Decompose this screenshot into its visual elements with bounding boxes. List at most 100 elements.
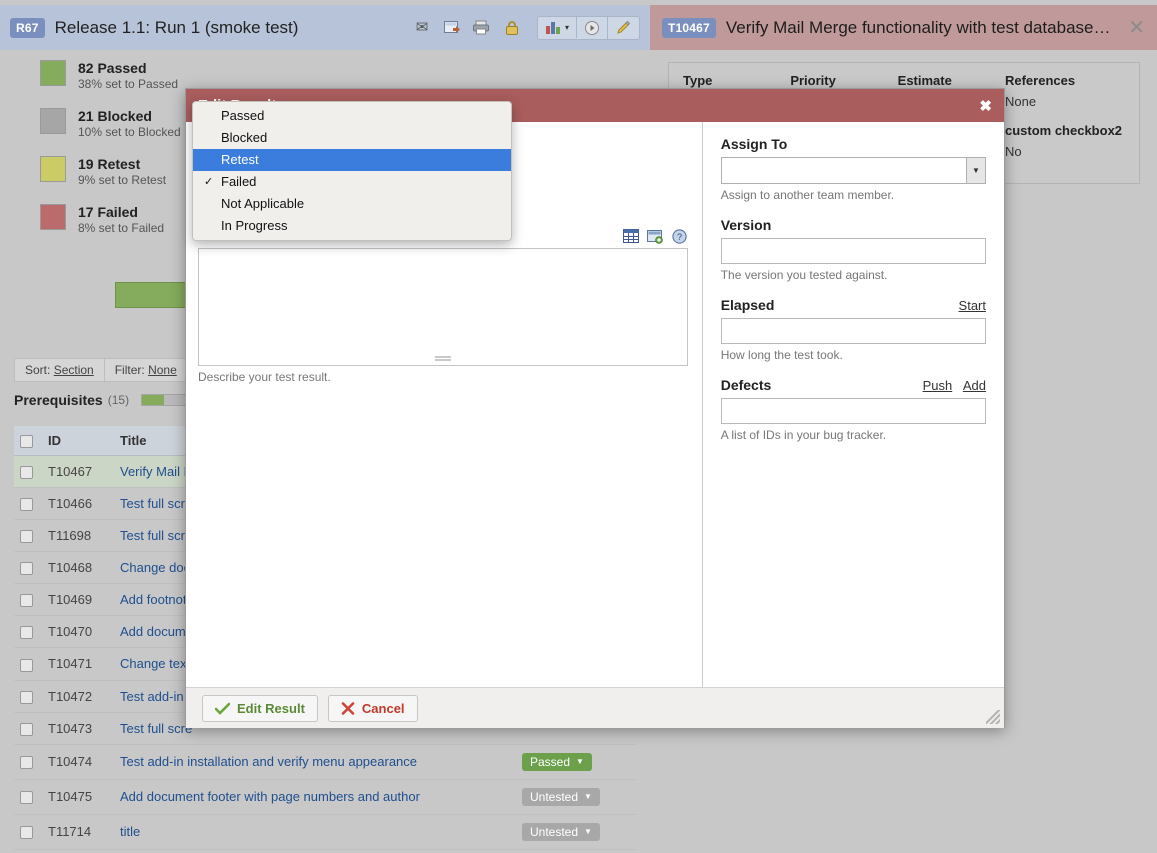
row-checkbox-cell[interactable] xyxy=(14,583,42,617)
cancel-button[interactable]: Cancel xyxy=(327,694,418,722)
elapsed-input[interactable] xyxy=(720,318,986,344)
row-title-link[interactable]: title xyxy=(114,849,516,853)
filter-value[interactable]: None xyxy=(148,363,177,377)
row-checkbox[interactable] xyxy=(20,791,33,805)
status-badge[interactable]: Passed ▼ xyxy=(522,752,592,771)
elapsed-start-link[interactable]: Start xyxy=(959,298,986,313)
row-checkbox[interactable] xyxy=(20,626,33,640)
table-row[interactable]: T10475 Add document footer with page numb… xyxy=(14,779,636,815)
dialog-resize-grip[interactable] xyxy=(986,710,1000,724)
row-checkbox-cell[interactable] xyxy=(14,455,42,489)
close-icon[interactable]: ✖ xyxy=(979,97,992,115)
edit-result-submit-button[interactable]: Edit Result xyxy=(202,694,318,722)
row-status-cell[interactable]: Passed ▼ xyxy=(516,744,636,780)
legend-sub: 38% set to Passed xyxy=(78,77,179,91)
status-badge[interactable]: Untested ▼ xyxy=(522,822,600,841)
row-checkbox-cell[interactable] xyxy=(14,712,42,745)
row-checkbox[interactable] xyxy=(20,466,33,480)
dropdown-option-blocked[interactable]: Blocked xyxy=(193,127,511,149)
lock-icon[interactable] xyxy=(501,18,523,38)
row-checkbox-cell[interactable] xyxy=(14,647,42,681)
table-icon[interactable] xyxy=(623,228,640,244)
sort-label: Sort: xyxy=(25,363,51,377)
row-status-cell[interactable]: Untested▼ xyxy=(516,779,636,815)
estimate-label: Estimate xyxy=(897,73,952,88)
row-checkbox[interactable] xyxy=(20,826,33,840)
cancel-label: Cancel xyxy=(361,700,405,716)
row-checkbox-cell[interactable] xyxy=(14,615,42,649)
dropdown-option-failed[interactable]: ✓ Failed xyxy=(193,171,511,193)
row-id: T10468 xyxy=(42,551,114,585)
row-checkbox[interactable] xyxy=(20,690,33,704)
table-row[interactable]: T11714 title Untested ▼ xyxy=(14,814,636,850)
row-checkbox-cell[interactable] xyxy=(14,551,42,585)
legend-count: 21 Blocked xyxy=(78,108,152,124)
row-checkbox[interactable] xyxy=(20,594,33,608)
status-badge[interactable]: Untested ▼ xyxy=(522,787,600,806)
row-checkbox[interactable] xyxy=(20,498,33,512)
sort-control[interactable]: Sort: Section xyxy=(15,359,105,381)
select-all-checkbox[interactable] xyxy=(20,435,33,449)
comment-toolbar: ? xyxy=(623,228,688,244)
filter-control[interactable]: Filter: None xyxy=(105,359,187,381)
row-status-cell[interactable]: Untested▼ xyxy=(516,814,636,850)
row-id: T10471 xyxy=(42,647,114,681)
row-checkbox[interactable] xyxy=(20,756,33,770)
dropdown-option-passed[interactable]: Passed xyxy=(193,105,511,127)
dialog-footer: Edit Result Cancel xyxy=(186,687,1004,728)
help-icon[interactable]: ? xyxy=(671,228,688,244)
dropdown-option-in-progress[interactable]: In Progress xyxy=(193,215,511,237)
row-title-link[interactable]: title xyxy=(114,814,516,850)
row-checkbox[interactable] xyxy=(20,658,33,672)
defects-input[interactable] xyxy=(720,398,986,424)
legend-swatch-failed xyxy=(40,204,66,230)
test-detail-header: T10467 Verify Mail Merge functionality w… xyxy=(650,5,1157,50)
dropdown-option-label: Passed xyxy=(221,108,265,123)
table-row[interactable]: T10474 Test add-in installation and verif… xyxy=(14,744,636,780)
legend-sub: 9% set to Retest xyxy=(78,173,167,187)
row-status-cell[interactable]: Untested▼ xyxy=(516,849,636,853)
resize-grip-icon[interactable] xyxy=(434,356,451,361)
dropdown-option-retest[interactable]: Retest xyxy=(193,149,511,171)
row-title-link[interactable]: Test add-in installation and verify menu… xyxy=(114,744,516,780)
bar-chart-button[interactable]: ▾ xyxy=(538,17,577,38)
row-checkbox-cell[interactable] xyxy=(14,779,42,815)
add-to-icon[interactable] xyxy=(441,18,463,38)
pencil-button[interactable] xyxy=(608,17,639,39)
sort-value[interactable]: Section xyxy=(54,363,94,377)
row-checkbox[interactable] xyxy=(20,530,33,544)
column-header-id[interactable]: ID xyxy=(42,426,114,457)
chevron-down-icon: ▼ xyxy=(966,158,985,183)
run-id-badge: R67 xyxy=(10,17,45,38)
defects-push-link[interactable]: Push xyxy=(923,378,953,393)
play-circle-button[interactable] xyxy=(577,16,608,39)
assign-to-label: Assign To xyxy=(720,136,788,152)
version-input[interactable] xyxy=(720,238,986,264)
row-checkbox-cell[interactable] xyxy=(14,814,42,850)
table-row[interactable]: T11730titleUntested▼ xyxy=(14,849,636,853)
row-checkbox-cell[interactable] xyxy=(14,849,42,853)
defects-add-link[interactable]: Add xyxy=(963,378,986,393)
dropdown-option-not-applicable[interactable]: Not Applicable xyxy=(193,193,511,215)
row-checkbox-cell[interactable] xyxy=(14,487,42,521)
row-checkbox[interactable] xyxy=(20,562,33,576)
legend-swatch-retest xyxy=(40,156,66,182)
run-toolbar: ✉ ▾ xyxy=(411,15,640,40)
add-image-icon[interactable] xyxy=(647,228,664,244)
assign-to-select[interactable]: ▼ xyxy=(720,157,986,184)
row-title-link[interactable]: Add document footer with page numbers an… xyxy=(114,779,516,815)
envelope-icon[interactable]: ✉ xyxy=(411,18,433,38)
legend-swatch-blocked xyxy=(40,108,66,134)
comment-textarea[interactable] xyxy=(198,248,688,366)
row-checkbox-cell[interactable] xyxy=(14,680,42,713)
row-checkbox[interactable] xyxy=(20,722,33,736)
row-id: T10467 xyxy=(42,455,114,489)
printer-icon[interactable] xyxy=(471,18,493,38)
row-checkbox-cell[interactable] xyxy=(14,744,42,780)
select-all-header[interactable] xyxy=(14,426,42,457)
custom-checkbox2-label: custom checkbox2 xyxy=(1004,123,1123,138)
close-icon[interactable]: ✕ xyxy=(1128,18,1145,38)
row-checkbox-cell[interactable] xyxy=(14,519,42,553)
section-count: (15) xyxy=(107,393,130,407)
row-id: T11714 xyxy=(42,814,114,850)
